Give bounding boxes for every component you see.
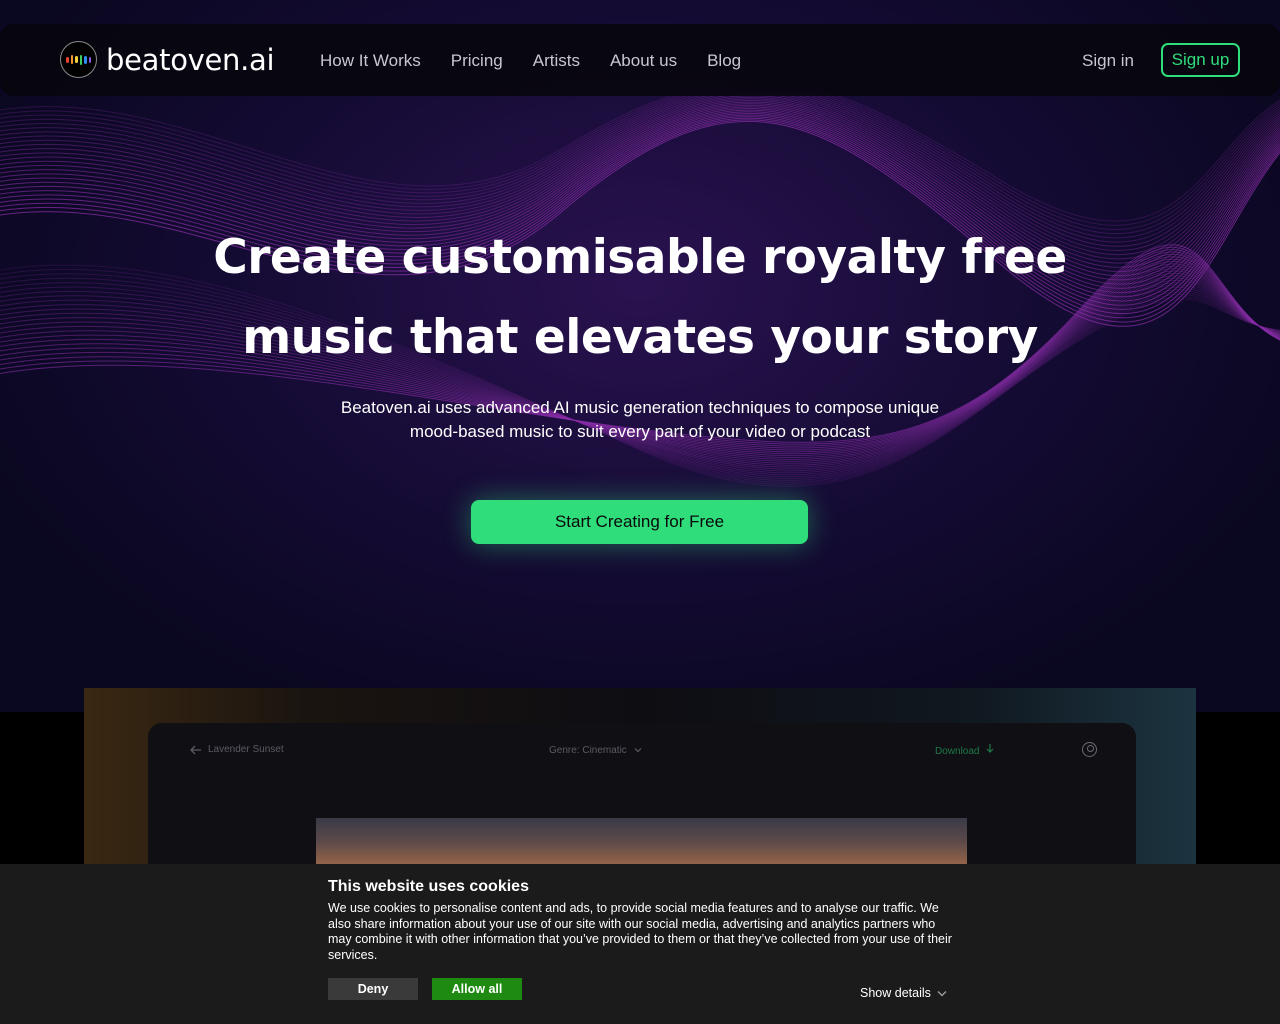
arrow-left-icon bbox=[190, 745, 201, 754]
deny-button[interactable]: Deny bbox=[328, 978, 418, 1000]
download-arrow-icon bbox=[986, 744, 994, 753]
logo-bar bbox=[79, 54, 82, 65]
user-circle-icon bbox=[1082, 742, 1097, 757]
equalizer-bars-icon bbox=[60, 41, 97, 78]
brand-name: beatoven.ai bbox=[106, 42, 275, 77]
nav-link-blog[interactable]: Blog bbox=[707, 51, 741, 71]
preview-back-link: Lavender Sunset bbox=[190, 744, 284, 755]
cookie-title: This website uses cookies bbox=[328, 878, 529, 895]
logo-bar bbox=[66, 56, 69, 63]
brand-logo[interactable]: beatoven.ai bbox=[60, 41, 275, 78]
hero-subtext: Beatoven.ai uses advanced AI music gener… bbox=[340, 398, 940, 441]
preview-download: Download bbox=[935, 744, 994, 757]
sign-in-link[interactable]: Sign in bbox=[1082, 51, 1134, 71]
nav-link-artists[interactable]: Artists bbox=[533, 51, 580, 71]
logo-bar bbox=[75, 56, 78, 63]
preview-genre-label: Genre: Cinematic bbox=[549, 745, 627, 756]
nav-link-how-it-works[interactable]: How It Works bbox=[320, 51, 421, 71]
cookie-body: We use cookies to personalise content an… bbox=[328, 901, 952, 962]
hero-headline-line-1: Create customisable royalty free bbox=[213, 230, 1067, 285]
nav-link-pricing[interactable]: Pricing bbox=[451, 51, 503, 71]
start-creating-button[interactable]: Start Creating for Free bbox=[471, 500, 808, 544]
hero-headline: Create customisable royalty free music t… bbox=[140, 218, 1140, 378]
logo-bar bbox=[84, 55, 87, 64]
chevron-down-icon bbox=[937, 990, 947, 996]
nav-link-about-us[interactable]: About us bbox=[610, 51, 677, 71]
cookie-banner: This website uses cookies We use cookies… bbox=[0, 864, 1280, 1024]
logo-bar bbox=[70, 55, 73, 64]
show-details-label: Show details bbox=[860, 986, 931, 1000]
nav-links: How It Works Pricing Artists About us Bl… bbox=[320, 51, 771, 71]
chevron-down-icon bbox=[634, 748, 642, 753]
sign-up-button[interactable]: Sign up bbox=[1161, 43, 1240, 77]
top-navigation: beatoven.ai How It Works Pricing Artists… bbox=[0, 24, 1280, 96]
preview-track-title: Lavender Sunset bbox=[208, 744, 284, 755]
allow-all-button[interactable]: Allow all bbox=[432, 978, 522, 1000]
preview-genre-select: Genre: Cinematic bbox=[549, 745, 642, 756]
logo-bar bbox=[88, 56, 91, 63]
hero-headline-line-2: music that elevates your story bbox=[242, 310, 1038, 365]
preview-download-label: Download bbox=[935, 746, 980, 757]
show-details-toggle[interactable]: Show details bbox=[860, 986, 947, 1000]
